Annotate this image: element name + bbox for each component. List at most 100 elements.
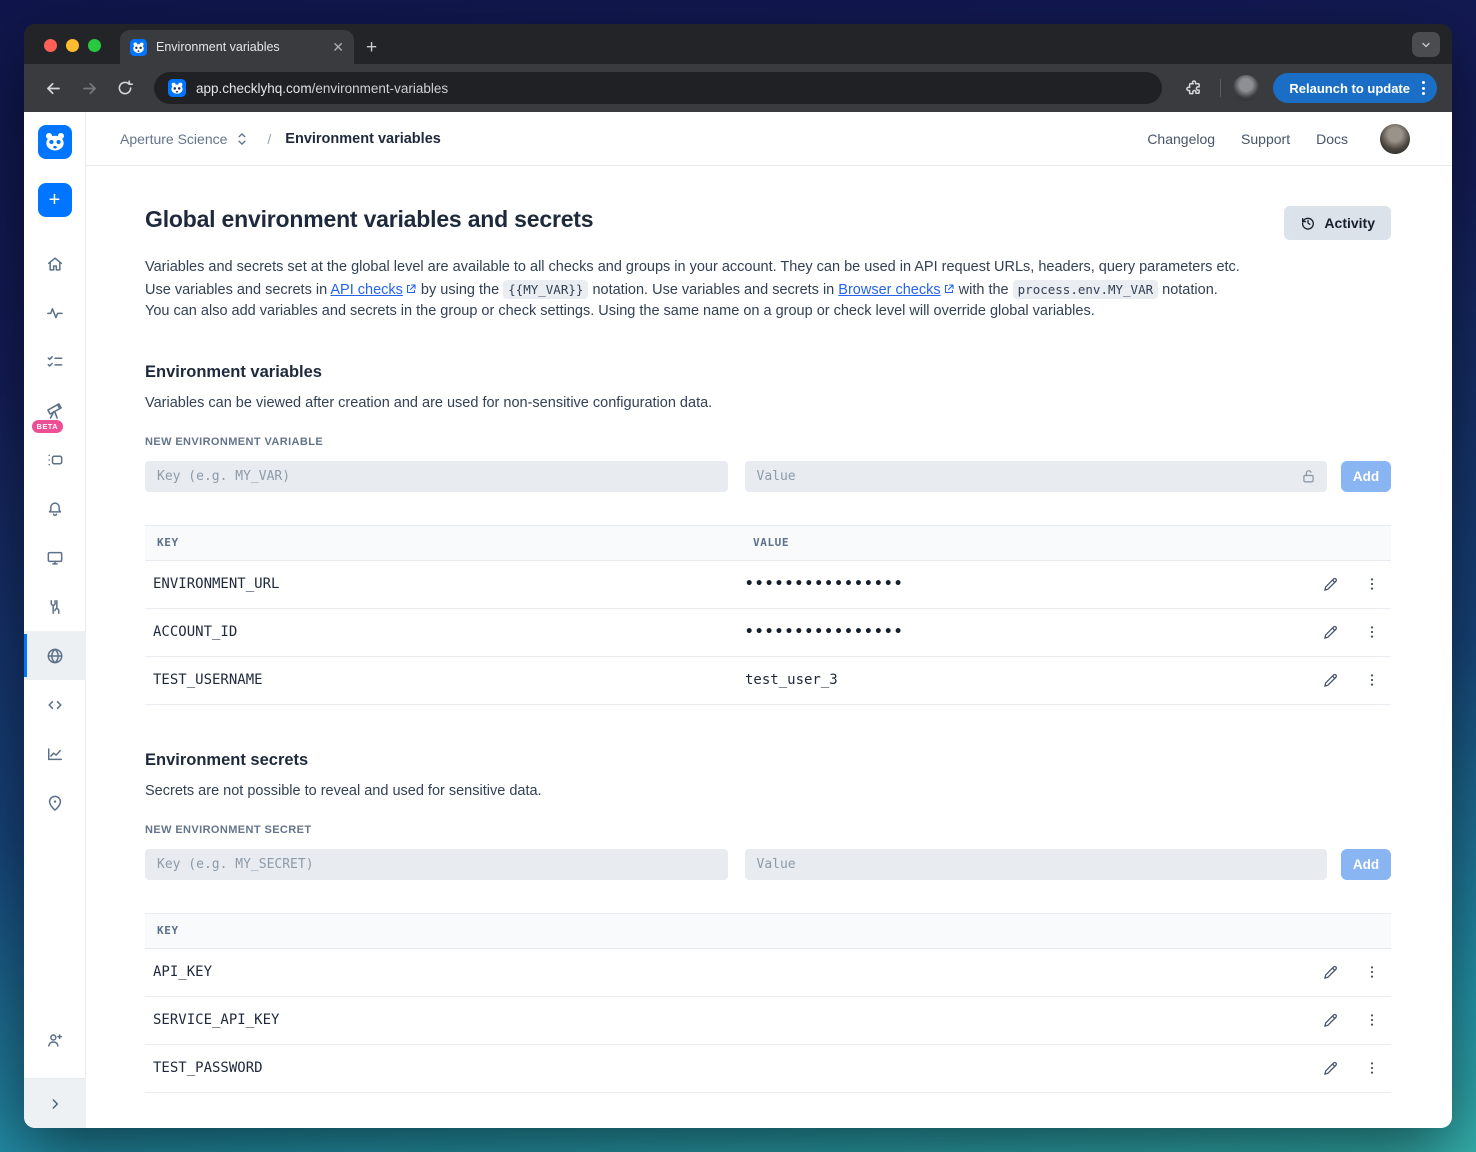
puzzle-icon bbox=[1186, 79, 1200, 94]
activity-button[interactable]: Activity bbox=[1284, 206, 1391, 240]
extensions-button[interactable] bbox=[1178, 73, 1208, 103]
user-avatar[interactable] bbox=[1380, 123, 1410, 154]
edit-pencil-icon bbox=[1323, 673, 1337, 687]
sidebar-item-snippets[interactable] bbox=[24, 680, 86, 729]
page-description: Variables and secrets set at the global … bbox=[145, 259, 1240, 319]
edit-button[interactable] bbox=[1317, 619, 1343, 645]
sidebar-item-test-sessions[interactable] bbox=[24, 435, 86, 484]
row-menu-button[interactable] bbox=[1359, 1055, 1385, 1081]
row-menu-button[interactable] bbox=[1359, 619, 1385, 645]
column-header-value: VALUE bbox=[753, 536, 790, 549]
row-menu-button[interactable] bbox=[1359, 667, 1385, 693]
kebab-menu-icon bbox=[1370, 578, 1374, 590]
docs-link[interactable]: Docs bbox=[1316, 131, 1348, 147]
create-new-button[interactable]: + bbox=[37, 183, 72, 217]
breadcrumb-page-title: Environment variables bbox=[285, 130, 441, 147]
code-icon bbox=[47, 700, 62, 709]
variable-row: ACCOUNT_ID •••••••••••••••• bbox=[145, 609, 1391, 657]
edit-pencil-icon bbox=[1323, 965, 1337, 979]
secret-row: API_KEY bbox=[145, 949, 1391, 997]
chevron-right-icon bbox=[52, 1098, 58, 1109]
new-tab-button[interactable]: + bbox=[366, 38, 377, 57]
chevron-updown-icon bbox=[238, 132, 246, 145]
edit-button[interactable] bbox=[1317, 959, 1343, 985]
edit-button[interactable] bbox=[1317, 667, 1343, 693]
edit-button[interactable] bbox=[1317, 1055, 1343, 1081]
variable-value-input[interactable] bbox=[744, 460, 1327, 492]
environment-variables-section: Environment variables Variables can be v… bbox=[145, 363, 1391, 705]
sidebar-item-dashboards[interactable] bbox=[24, 533, 86, 582]
variable-key: ACCOUNT_ID bbox=[153, 624, 238, 640]
column-header-key: KEY bbox=[157, 536, 179, 549]
row-menu-button[interactable] bbox=[1359, 1007, 1385, 1033]
sidebar-expand[interactable] bbox=[24, 1078, 86, 1128]
window-controls bbox=[44, 39, 101, 52]
sidebar-item-alerts[interactable] bbox=[24, 484, 86, 533]
doc-link[interactable]: API checks bbox=[330, 282, 403, 298]
sidebar-item-activity[interactable] bbox=[24, 288, 86, 337]
relaunch-to-update-button[interactable]: Relaunch to update bbox=[1273, 73, 1437, 103]
changelog-link[interactable]: Changelog bbox=[1147, 131, 1215, 147]
browser-tab[interactable]: Environment variables ✕ bbox=[120, 30, 354, 64]
secret-key-input[interactable] bbox=[145, 848, 728, 880]
browser-profile-avatar[interactable] bbox=[1233, 75, 1260, 101]
desktop-background: Environment variables ✕ + app.checklyhq.… bbox=[0, 0, 1476, 1152]
browser-window: Environment variables ✕ + app.checklyhq.… bbox=[24, 24, 1452, 1128]
secrets-description: Secrets are not possible to reveal and u… bbox=[145, 782, 542, 799]
list-box-icon bbox=[47, 454, 62, 465]
doc-link[interactable]: Browser checks bbox=[838, 282, 940, 298]
checkly-favicon bbox=[168, 79, 186, 97]
secret-value-input[interactable] bbox=[744, 848, 1327, 880]
sidebar-item-maintenance[interactable] bbox=[24, 582, 86, 631]
environment-secrets-section: Environment secrets Secrets are not poss… bbox=[145, 751, 1391, 1093]
minimize-window-button[interactable] bbox=[66, 39, 79, 52]
variable-value: •••••••••••••••• bbox=[745, 576, 904, 592]
edit-button[interactable] bbox=[1317, 571, 1343, 597]
sidebar-item-private-locations[interactable] bbox=[24, 778, 86, 827]
zoom-window-button[interactable] bbox=[88, 39, 101, 52]
support-link[interactable]: Support bbox=[1241, 131, 1290, 147]
toolbar-divider bbox=[1220, 79, 1222, 97]
row-menu-button[interactable] bbox=[1359, 959, 1385, 985]
kebab-menu-icon bbox=[1370, 1014, 1374, 1026]
row-menu-button[interactable] bbox=[1359, 571, 1385, 597]
sidebar-item-environment-variables[interactable] bbox=[24, 631, 86, 680]
secret-key: TEST_PASSWORD bbox=[153, 1060, 263, 1076]
variable-key-input[interactable] bbox=[145, 460, 728, 492]
tab-close-icon[interactable]: ✕ bbox=[332, 40, 344, 54]
browser-tab-strip: Environment variables ✕ + bbox=[24, 24, 1452, 64]
add-secret-button[interactable]: Add bbox=[1341, 848, 1391, 880]
sidebar-item-invite-user[interactable] bbox=[24, 1015, 86, 1064]
forward-button[interactable] bbox=[74, 73, 104, 103]
sidebar-item-checks[interactable] bbox=[24, 337, 86, 386]
close-window-button[interactable] bbox=[44, 39, 57, 52]
variable-value: •••••••••••••••• bbox=[745, 624, 904, 640]
variables-heading: Environment variables bbox=[145, 362, 322, 381]
wrench-icon bbox=[50, 599, 59, 614]
sidebar-item-analytics[interactable] bbox=[24, 729, 86, 778]
url-bar[interactable]: app.checklyhq.com/environment-variables bbox=[154, 72, 1163, 104]
sidebar-item-home[interactable] bbox=[24, 239, 86, 288]
tab-overview-button[interactable] bbox=[1412, 32, 1440, 57]
kebab-menu-icon bbox=[1370, 626, 1374, 638]
edit-button[interactable] bbox=[1317, 1007, 1343, 1033]
pulse-icon bbox=[46, 307, 63, 318]
bell-icon bbox=[48, 501, 61, 516]
sidebar-item-explore-beta[interactable]: BETA bbox=[24, 386, 86, 435]
back-button[interactable] bbox=[38, 73, 68, 103]
add-variable-button[interactable]: Add bbox=[1341, 460, 1391, 492]
variables-description: Variables can be viewed after creation a… bbox=[145, 394, 713, 411]
raccoon-icon bbox=[45, 133, 64, 151]
lock-open-icon[interactable] bbox=[1300, 468, 1317, 485]
app-top-nav: Aperture Science / Environment variables… bbox=[86, 112, 1452, 166]
account-switcher[interactable]: Aperture Science bbox=[120, 131, 249, 147]
column-header-key: KEY bbox=[157, 924, 179, 937]
secret-key: SERVICE_API_KEY bbox=[153, 1012, 280, 1028]
checkly-logo[interactable] bbox=[37, 125, 72, 159]
beta-badge: BETA bbox=[31, 420, 63, 433]
forward-icon bbox=[82, 82, 96, 94]
secret-row: TEST_PASSWORD bbox=[145, 1045, 1391, 1093]
variable-row: TEST_USERNAME test_user_3 bbox=[145, 657, 1391, 705]
edit-pencil-icon bbox=[1323, 1013, 1337, 1027]
reload-button[interactable] bbox=[110, 73, 140, 103]
